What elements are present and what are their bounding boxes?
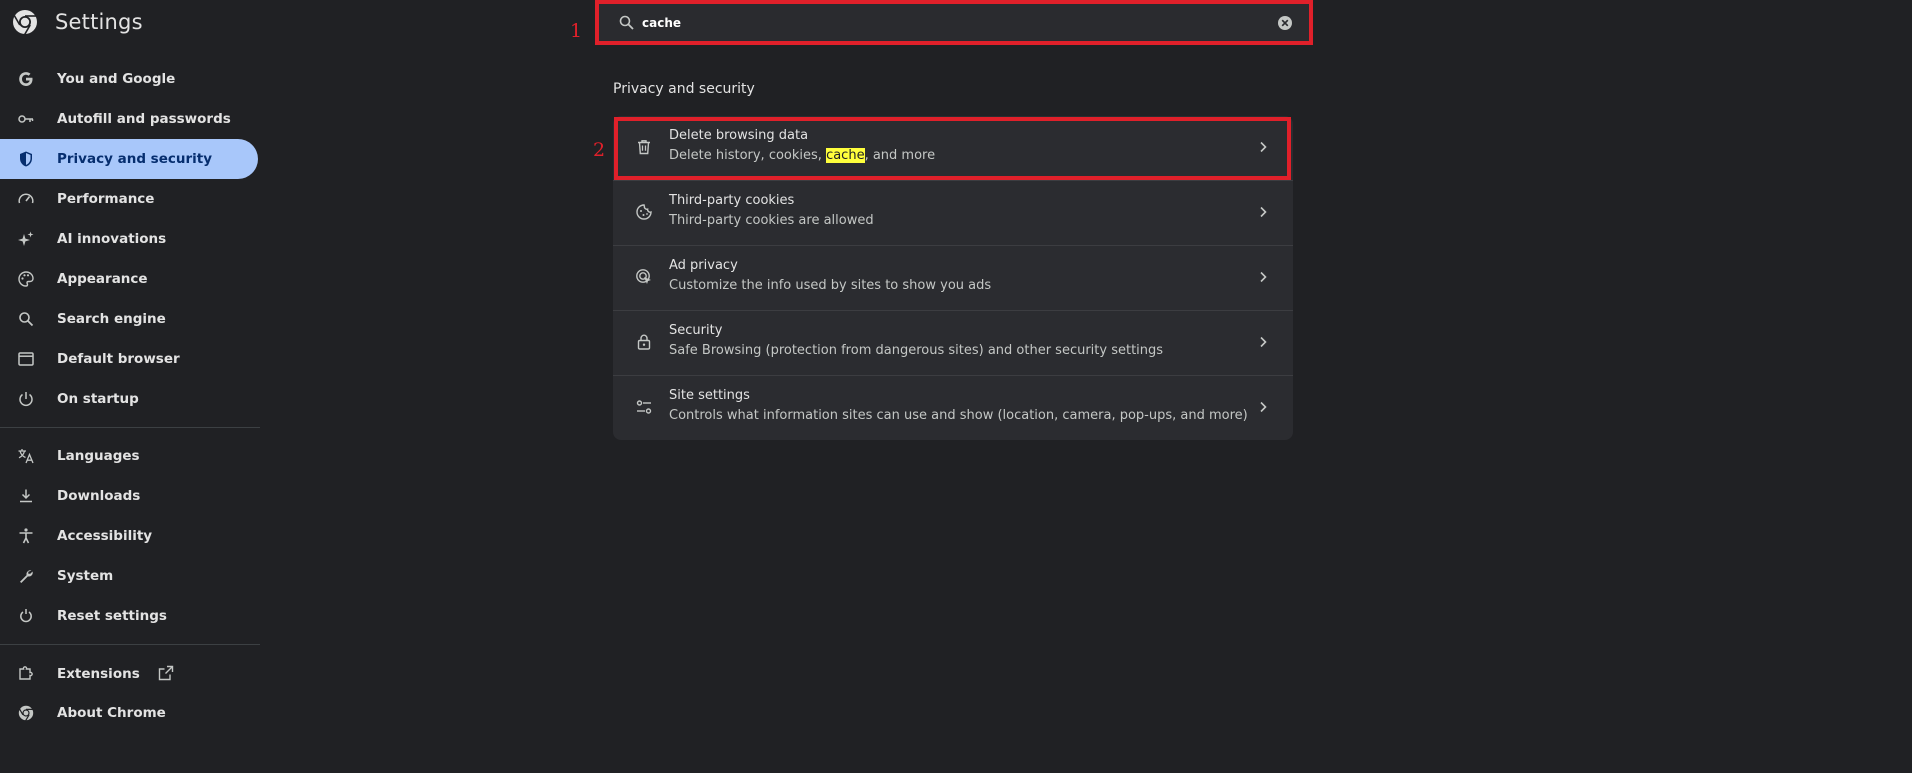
sidebar-item-label: Autofill and passwords [57,111,231,127]
sidebar-item-label: Privacy and security [57,151,213,167]
sparkle-icon [17,230,35,248]
row-site-settings[interactable]: Site settings Controls what information … [613,375,1293,440]
sidebar-item-label: Extensions [57,665,174,682]
row-title: Delete browsing data [669,128,809,143]
row-subtitle: Safe Browsing (protection from dangerous… [669,343,1164,358]
chevron-right-icon [1255,204,1271,220]
tune-icon [635,398,653,416]
sidebar-item-label: Downloads [57,488,141,504]
sidebar-item-search-engine[interactable]: Search engine [0,299,258,339]
chrome-logo-icon [12,9,38,36]
sidebar-item-extensions[interactable]: Extensions [0,653,258,693]
key-icon [17,110,35,128]
subtitle-text: , and more [864,148,936,163]
google-g-icon [17,70,35,88]
sidebar-item-languages[interactable]: Languages [0,436,258,476]
row-delete-browsing-data[interactable]: Delete browsing data Delete history, coo… [613,116,1293,180]
chevron-right-icon [1255,399,1271,415]
power-icon [17,390,35,408]
search-bar[interactable] [598,2,1310,43]
row-title: Third-party cookies [669,193,795,208]
row-title: Ad privacy [669,258,738,273]
cookie-icon [635,203,653,221]
palette-icon [17,270,35,288]
sidebar-item-label: Default browser [57,351,180,367]
sidebar-item-appearance[interactable]: Appearance [0,259,258,299]
chevron-right-icon [1255,334,1271,350]
search-icon [17,310,35,328]
sidebar-divider [0,427,260,428]
chevron-right-icon [1255,269,1271,285]
sidebar-item-system[interactable]: System [0,556,258,596]
download-icon [17,487,35,505]
shield-icon [17,150,35,168]
sidebar-item-privacy-and-security[interactable]: Privacy and security [0,139,258,179]
sidebar-item-label: Accessibility [57,528,153,544]
row-subtitle: Customize the info used by sites to show… [669,278,992,293]
row-subtitle: Controls what information sites can use … [669,408,1248,423]
sidebar-item-on-startup[interactable]: On startup [0,379,258,419]
sidebar-item-default-browser[interactable]: Default browser [0,339,258,379]
sidebar-item-label: On startup [57,391,139,407]
sidebar-item-label: AI innovations [57,231,167,247]
sidebar-item-accessibility[interactable]: Accessibility [0,516,258,556]
browser-window-icon [17,350,35,368]
brand: Settings [12,9,143,36]
search-input[interactable] [640,12,1244,34]
sidebar-item-label: System [57,568,114,584]
sidebar-divider [0,644,260,645]
page-title: Settings [55,10,143,34]
reset-icon [17,607,35,625]
sidebar-nav: You and Google Autofill and passwords Pr… [0,59,260,733]
speedometer-icon [17,190,35,208]
results-card: Delete browsing data Delete history, coo… [613,116,1293,440]
trash-icon [635,138,653,156]
row-subtitle: Third-party cookies are allowed [669,213,874,228]
subtitle-text: Delete history, cookies, [669,148,827,163]
chrome-icon [17,704,35,722]
sidebar: Settings You and Google Autofill and pas… [0,0,260,773]
section-title: Privacy and security [613,81,755,97]
sidebar-item-label: Reset settings [57,608,167,624]
annotation-label-2: 2 [593,139,606,161]
sidebar-item-label: Appearance [57,271,148,287]
sidebar-item-about-chrome[interactable]: About Chrome [0,693,258,733]
sidebar-item-label: About Chrome [57,705,166,721]
sidebar-item-you-and-google[interactable]: You and Google [0,59,258,99]
row-title: Security [669,323,723,338]
sidebar-item-label: Languages [57,448,140,464]
translate-icon [17,447,35,465]
accessibility-icon [17,527,35,545]
settings-app: Settings You and Google Autofill and pas… [0,0,1912,773]
open-in-new-icon [158,665,174,681]
sidebar-item-label: Performance [57,191,155,207]
chevron-right-icon [1255,139,1271,155]
search-match-highlight: cache [826,148,865,163]
annotation-label-1: 1 [570,20,583,42]
search-icon [618,14,635,31]
row-subtitle: Delete history, cookies, cache, and more [669,148,935,163]
sidebar-item-performance[interactable]: Performance [0,179,258,219]
extensions-label: Extensions [57,665,140,682]
row-title: Site settings [669,388,750,403]
lock-icon [635,333,653,351]
sidebar-item-ai-innovations[interactable]: AI innovations [0,219,258,259]
sidebar-item-downloads[interactable]: Downloads [0,476,258,516]
row-security[interactable]: Security Safe Browsing (protection from … [613,310,1293,375]
sidebar-item-autofill[interactable]: Autofill and passwords [0,99,258,139]
row-third-party-cookies[interactable]: Third-party cookies Third-party cookies … [613,180,1293,245]
wrench-icon [17,567,35,585]
clear-search-icon[interactable] [1276,14,1294,32]
sidebar-item-label: You and Google [57,71,176,87]
row-ad-privacy[interactable]: Ad privacy Customize the info used by si… [613,245,1293,310]
sidebar-item-reset-settings[interactable]: Reset settings [0,596,258,636]
sidebar-item-label: Search engine [57,311,166,327]
ad-privacy-icon [635,268,653,286]
puzzle-icon [17,664,35,682]
